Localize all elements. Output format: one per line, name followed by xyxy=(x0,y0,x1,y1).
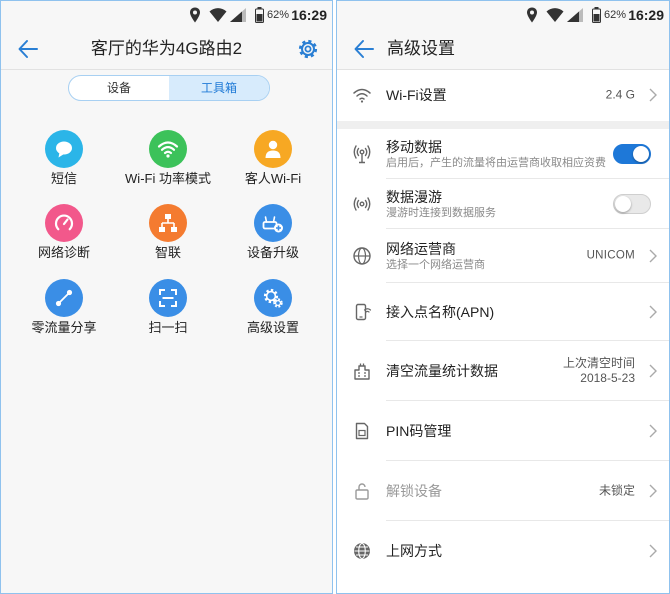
router-upgrade-icon xyxy=(262,216,283,233)
row-title: 清空流量统计数据 xyxy=(386,363,498,379)
app-header: 高级设置 xyxy=(337,29,669,70)
row-subtitle: 启用后，产生的流量将由运营商收取相应资费 xyxy=(386,156,606,169)
mobile-data-icon xyxy=(353,145,371,164)
globe-icon xyxy=(353,247,371,265)
cell-signal-icon xyxy=(567,8,583,22)
tool-label: 设备升级 xyxy=(246,245,299,260)
row-subtitle: 漫游时连接到数据服务 xyxy=(386,206,496,219)
chevron-right-icon xyxy=(649,484,657,498)
row-internet-method[interactable]: 上网方式 xyxy=(337,521,669,581)
tool-label: 智联 xyxy=(154,245,181,260)
row-title: Wi-Fi设置 xyxy=(386,87,447,103)
row-network-operator[interactable]: 网络运营商 选择一个网络运营商 UNICOM xyxy=(337,229,669,283)
data-roaming-toggle[interactable] xyxy=(613,194,651,214)
chevron-right-icon xyxy=(649,544,657,558)
wifi-signal-icon xyxy=(546,8,564,22)
tool-label: 客人Wi-Fi xyxy=(244,171,302,186)
row-title: 解锁设备 xyxy=(386,483,442,499)
tool-label: 扫一扫 xyxy=(148,320,188,335)
row-unlock-device[interactable]: 解锁设备 未锁定 xyxy=(337,461,669,521)
last-cleared-label: 上次清空时间 xyxy=(562,356,635,370)
row-title: PIN码管理 xyxy=(386,423,452,439)
advanced-settings-screen: 62% 16:29 高级设置 Wi-Fi设置 2.4 G 移动数据 启用后，产生… xyxy=(336,0,670,594)
tool-label: 短信 xyxy=(50,171,77,186)
guest-user-icon xyxy=(265,140,281,158)
row-title: 数据漫游 xyxy=(386,188,442,205)
row-subtitle: 选择一个网络运营商 xyxy=(386,258,485,271)
row-title: 网络运营商 xyxy=(386,240,456,257)
location-icon xyxy=(190,7,200,23)
page-title: 高级设置 xyxy=(387,39,455,58)
clock: 16:29 xyxy=(291,7,327,23)
unlock-icon xyxy=(355,483,369,500)
tool-zero-data-share[interactable]: 零流量分享 xyxy=(9,279,119,336)
status-bar: 62% 16:29 xyxy=(1,1,332,29)
page-title: 客厅的华为4G路由2 xyxy=(90,39,243,58)
tool-sms[interactable]: 短信 xyxy=(9,130,119,187)
row-apn[interactable]: 接入点名称(APN) xyxy=(337,283,669,341)
gears-icon xyxy=(263,288,283,308)
tool-label: 网络诊断 xyxy=(37,245,90,260)
tool-scan[interactable]: 扫一扫 xyxy=(113,279,223,336)
internet-globe-icon xyxy=(354,542,370,560)
wifi-power-icon xyxy=(157,141,179,158)
traffic-stats-icon xyxy=(354,363,370,380)
scan-icon xyxy=(159,289,177,307)
row-pin-management[interactable]: PIN码管理 xyxy=(337,401,669,461)
chevron-right-icon xyxy=(649,364,657,378)
last-cleared-date: 2018-5-23 xyxy=(580,371,635,385)
wifi-icon xyxy=(353,88,371,103)
lock-status-value: 未锁定 xyxy=(598,483,635,498)
row-title: 上网方式 xyxy=(386,543,442,559)
chevron-right-icon xyxy=(649,305,657,319)
apn-phone-icon xyxy=(355,303,372,321)
tool-advanced-settings[interactable]: 高级设置 xyxy=(218,279,328,336)
row-mobile-data[interactable]: 移动数据 启用后，产生的流量将由运营商收取相应资费 xyxy=(337,129,669,179)
tool-label: 高级设置 xyxy=(246,320,299,335)
share-icon xyxy=(55,289,73,307)
mobile-data-toggle[interactable] xyxy=(613,144,651,164)
status-bar: 62% 16:29 xyxy=(337,1,669,29)
wifi-signal-icon xyxy=(209,8,227,22)
battery-icon xyxy=(255,7,264,23)
roaming-icon xyxy=(353,197,371,211)
battery-percent: 62% xyxy=(603,9,626,21)
sim-card-icon xyxy=(355,422,369,440)
gauge-icon xyxy=(54,214,74,231)
network-tree-icon xyxy=(159,214,177,232)
row-data-roaming[interactable]: 数据漫游 漫游时连接到数据服务 xyxy=(337,179,669,229)
message-icon xyxy=(56,141,72,158)
back-arrow-icon[interactable] xyxy=(353,38,375,60)
battery-icon xyxy=(592,7,601,23)
tool-guest-wifi[interactable]: 客人Wi-Fi xyxy=(218,130,328,187)
row-clear-traffic-stats[interactable]: 清空流量统计数据 上次清空时间 2018-5-23 xyxy=(337,341,669,401)
tool-network-diagnosis[interactable]: 网络诊断 xyxy=(9,204,119,261)
tab-toolbox[interactable]: 工具箱 xyxy=(169,76,269,100)
row-wifi-settings[interactable]: Wi-Fi设置 2.4 G xyxy=(337,69,669,121)
location-icon xyxy=(527,7,537,23)
tool-label: Wi-Fi 功率模式 xyxy=(125,171,211,186)
chevron-right-icon xyxy=(649,424,657,438)
toolbox-screen: 62% 16:29 客厅的华为4G路由2 设备 工具箱 短信 Wi-Fi 功率模… xyxy=(0,0,333,594)
operator-value: UNICOM xyxy=(586,249,635,262)
tool-label: 零流量分享 xyxy=(31,320,97,335)
chevron-right-icon xyxy=(649,249,657,263)
segmented-control: 设备 工具箱 xyxy=(68,75,270,101)
wifi-band-value: 2.4 G xyxy=(605,87,635,102)
clock: 16:29 xyxy=(628,7,664,23)
tool-smart-link[interactable]: 智联 xyxy=(113,204,223,261)
cell-signal-icon xyxy=(230,8,246,22)
battery-percent: 62% xyxy=(266,9,289,21)
last-cleared-value: 上次清空时间 2018-5-23 xyxy=(563,356,635,386)
settings-gear-icon[interactable] xyxy=(296,37,320,61)
app-header: 客厅的华为4G路由2 xyxy=(1,29,332,70)
tool-device-upgrade[interactable]: 设备升级 xyxy=(218,204,328,261)
row-title: 接入点名称(APN) xyxy=(386,304,495,320)
chevron-right-icon xyxy=(649,88,657,102)
back-arrow-icon[interactable] xyxy=(17,38,39,60)
section-separator xyxy=(337,121,669,129)
tool-wifi-power-mode[interactable]: Wi-Fi 功率模式 xyxy=(113,130,223,187)
tab-devices[interactable]: 设备 xyxy=(69,76,169,100)
row-title: 移动数据 xyxy=(386,138,442,155)
